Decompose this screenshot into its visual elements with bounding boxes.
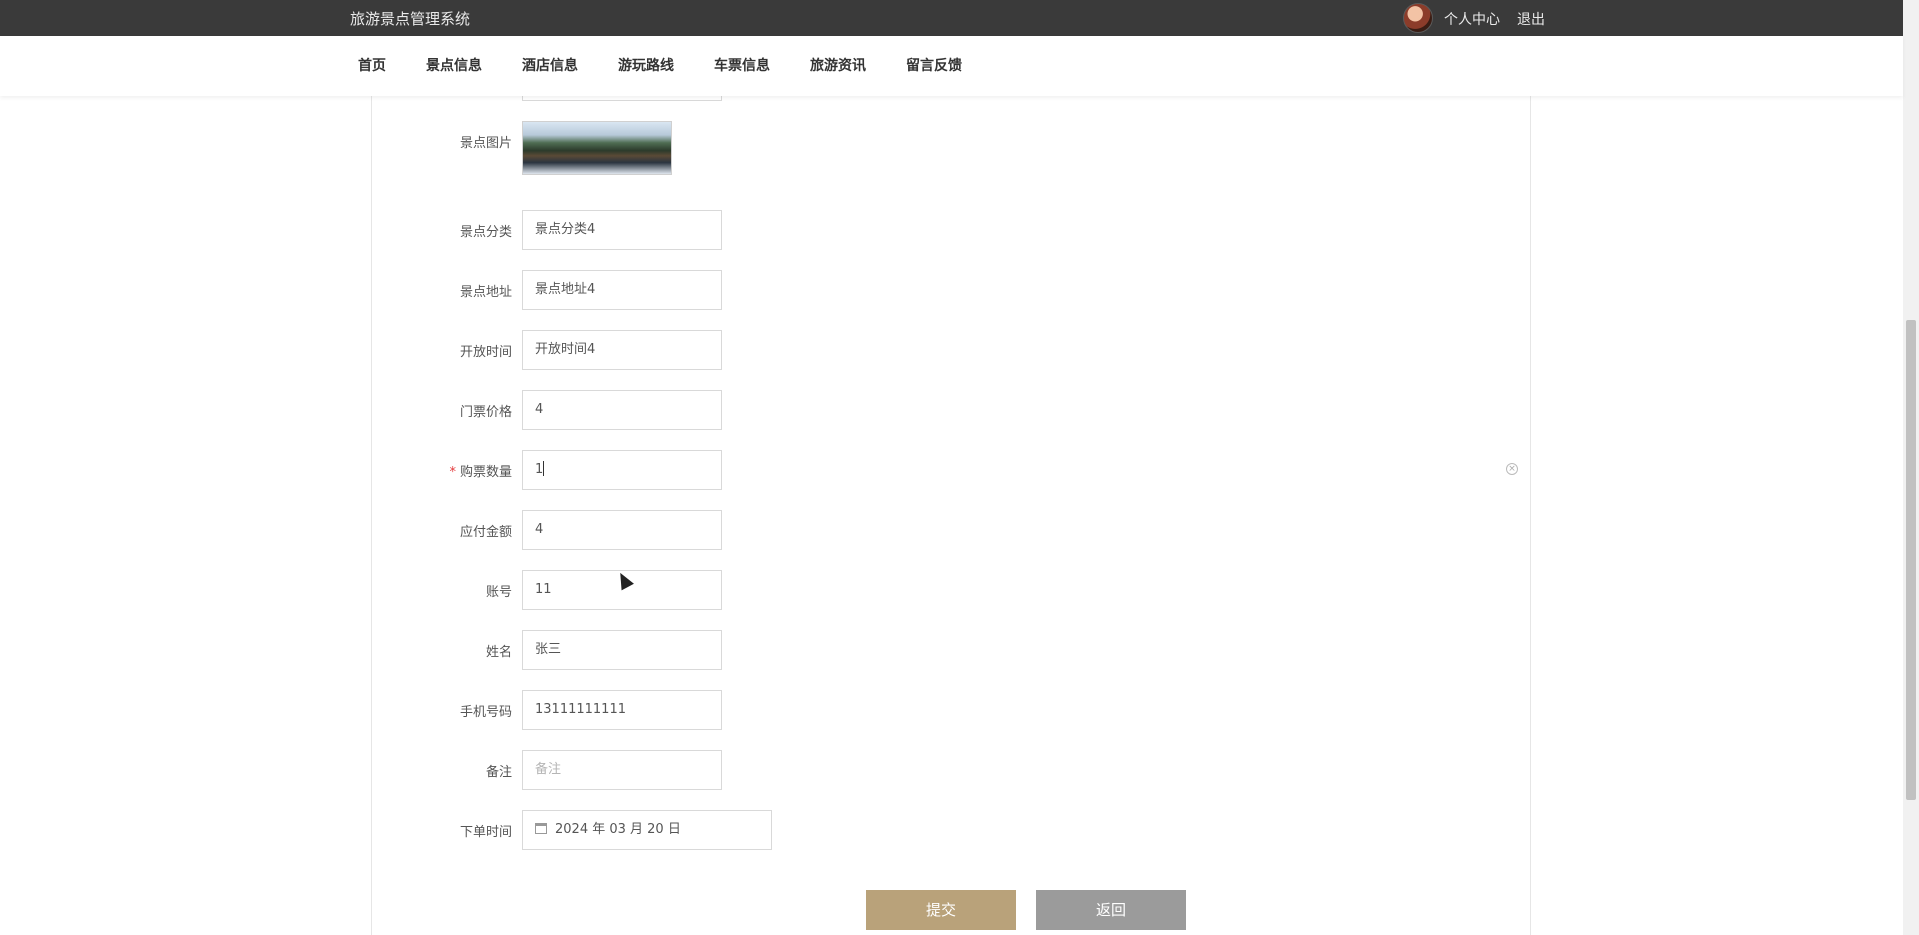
calendar-icon bbox=[535, 823, 547, 834]
nav-item-routes[interactable]: 游玩路线 bbox=[618, 55, 674, 75]
category-label: 景点分类 bbox=[459, 225, 512, 240]
open-time-field[interactable]: 开放时间4 bbox=[522, 330, 722, 370]
phone-field[interactable]: 13111111111 bbox=[522, 690, 722, 730]
submit-button[interactable]: 提交 bbox=[866, 890, 1016, 930]
quantity-label: * 购票数量 bbox=[342, 461, 512, 480]
order-time-label: 下单时间 bbox=[459, 825, 512, 840]
order-time-field[interactable]: 2024 年 03 月 20 日 bbox=[522, 810, 772, 850]
scrolled-field-bottom bbox=[522, 96, 722, 101]
clear-icon[interactable]: × bbox=[1506, 463, 1518, 475]
quantity-label-text: 购票数量 bbox=[459, 465, 512, 480]
amount-due-label: 应付金额 bbox=[459, 525, 512, 540]
avatar[interactable] bbox=[1403, 3, 1433, 33]
phone-label: 手机号码 bbox=[459, 705, 512, 720]
system-title: 旅游景点管理系统 bbox=[350, 10, 471, 28]
scrollbar-thumb[interactable] bbox=[1906, 320, 1916, 800]
logout-link[interactable]: 退出 bbox=[1517, 9, 1545, 29]
order-time-value: 2024 年 03 月 20 日 bbox=[555, 822, 681, 837]
remark-label: 备注 bbox=[485, 765, 512, 780]
nav-item-attractions[interactable]: 景点信息 bbox=[426, 55, 482, 75]
ticket-price-field[interactable]: 4 bbox=[522, 390, 722, 430]
address-field[interactable]: 景点地址4 bbox=[522, 270, 722, 310]
quantity-field[interactable]: 1 bbox=[522, 450, 722, 490]
remark-field[interactable]: 备注 bbox=[522, 750, 722, 790]
image-label: 景点图片 bbox=[459, 136, 512, 151]
main-nav: 首页 景点信息 酒店信息 游玩路线 车票信息 旅游资讯 留言反馈 bbox=[0, 36, 1903, 96]
top-bar: 旅游景点管理系统 个人中心 退出 bbox=[0, 0, 1903, 36]
nav-item-feedback[interactable]: 留言反馈 bbox=[906, 55, 962, 75]
name-field[interactable]: 张三 bbox=[522, 630, 722, 670]
nav-item-tickets[interactable]: 车票信息 bbox=[714, 55, 770, 75]
attraction-image bbox=[522, 121, 672, 175]
open-time-label: 开放时间 bbox=[459, 345, 512, 360]
text-caret bbox=[543, 461, 545, 476]
address-label: 景点地址 bbox=[459, 285, 512, 300]
personal-center-link[interactable]: 个人中心 bbox=[1444, 9, 1500, 29]
name-label: 姓名 bbox=[485, 645, 512, 660]
amount-due-field[interactable]: 4 bbox=[522, 510, 722, 550]
nav-item-home[interactable]: 首页 bbox=[358, 55, 386, 75]
required-mark: * bbox=[449, 465, 456, 480]
back-button[interactable]: 返回 bbox=[1036, 890, 1186, 930]
account-label: 账号 bbox=[485, 585, 512, 600]
quantity-value: 1 bbox=[535, 462, 544, 477]
nav-item-hotels[interactable]: 酒店信息 bbox=[522, 55, 578, 75]
nav-item-news[interactable]: 旅游资讯 bbox=[810, 55, 866, 75]
ticket-price-label: 门票价格 bbox=[459, 405, 512, 420]
category-field[interactable]: 景点分类4 bbox=[522, 210, 722, 250]
